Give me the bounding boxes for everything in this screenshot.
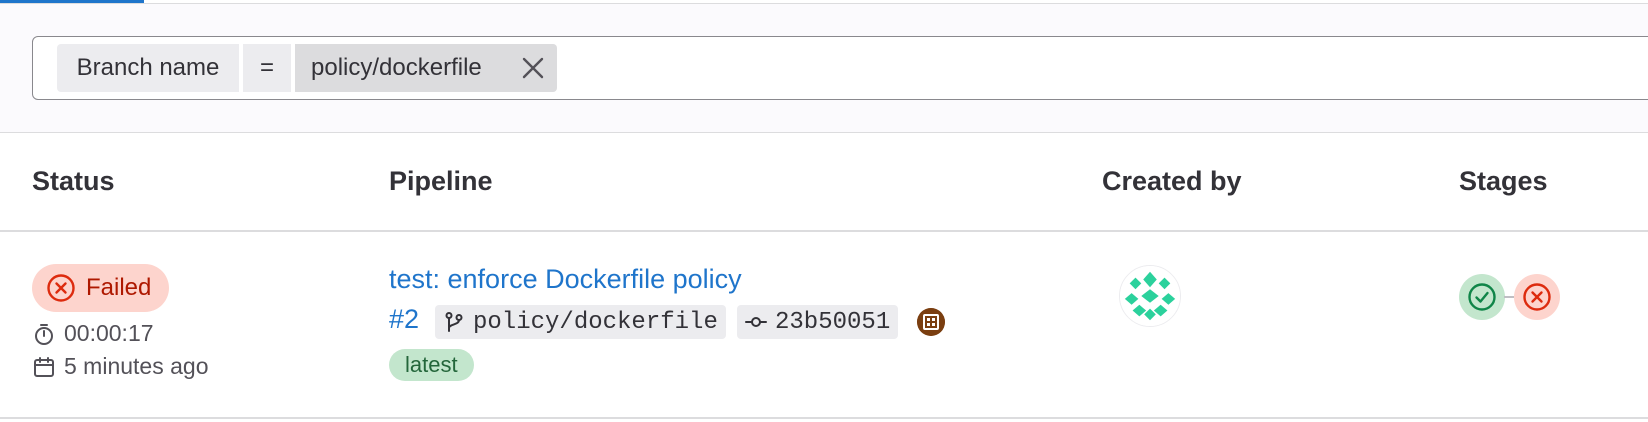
pipeline-id-link[interactable]: #2 [389, 304, 419, 335]
column-header-stages: Stages [1459, 166, 1548, 196]
duration-value: 00:00:17 [64, 320, 154, 346]
finished-time: 5 minutes ago [32, 353, 208, 380]
filter-token-value-label: policy/dockerfile [311, 54, 482, 81]
latest-badge: latest [389, 349, 474, 381]
branch-ref-label: policy/dockerfile [473, 308, 718, 336]
column-header-created-by: Created by [1102, 166, 1242, 196]
timer-icon [35, 323, 53, 345]
avatar[interactable] [1119, 265, 1181, 327]
x-circle-icon [47, 274, 75, 302]
column-header-status: Status [32, 166, 115, 196]
x-circle-icon [1523, 283, 1551, 311]
filter-token-value[interactable]: policy/dockerfile [295, 44, 557, 92]
filtered-search-bar[interactable]: Branch name = policy/dockerfile [32, 36, 1648, 100]
commit-sha-label: 23b50051 [775, 308, 891, 336]
row-divider [0, 417, 1648, 419]
status-label: Failed [86, 274, 152, 301]
filter-token-name[interactable]: Branch name [57, 44, 239, 92]
branch-icon [445, 312, 463, 332]
duration: 00:00:17 [32, 320, 154, 347]
check-circle-icon [1468, 283, 1496, 311]
column-header-pipeline: Pipeline [389, 166, 493, 196]
branch-ref-chip[interactable]: policy/dockerfile [435, 305, 726, 339]
active-tab-indicator [0, 0, 144, 3]
header-divider [0, 230, 1648, 232]
stage-success[interactable] [1459, 274, 1505, 320]
close-icon[interactable] [521, 56, 545, 80]
calendar-icon [34, 356, 54, 377]
filter-area: Branch name = policy/dockerfile [0, 4, 1648, 133]
commit-sha-chip[interactable]: 23b50051 [737, 305, 899, 339]
stage-connector [1504, 296, 1514, 298]
commit-author-avatar[interactable] [917, 308, 945, 336]
finished-time-value: 5 minutes ago [64, 353, 209, 379]
filter-token-operator[interactable]: = [243, 44, 291, 92]
commit-icon [745, 317, 767, 327]
pipeline-title-link[interactable]: test: enforce Dockerfile policy [389, 264, 742, 295]
stage-failed[interactable] [1514, 274, 1560, 320]
status-badge[interactable]: Failed [32, 264, 170, 312]
